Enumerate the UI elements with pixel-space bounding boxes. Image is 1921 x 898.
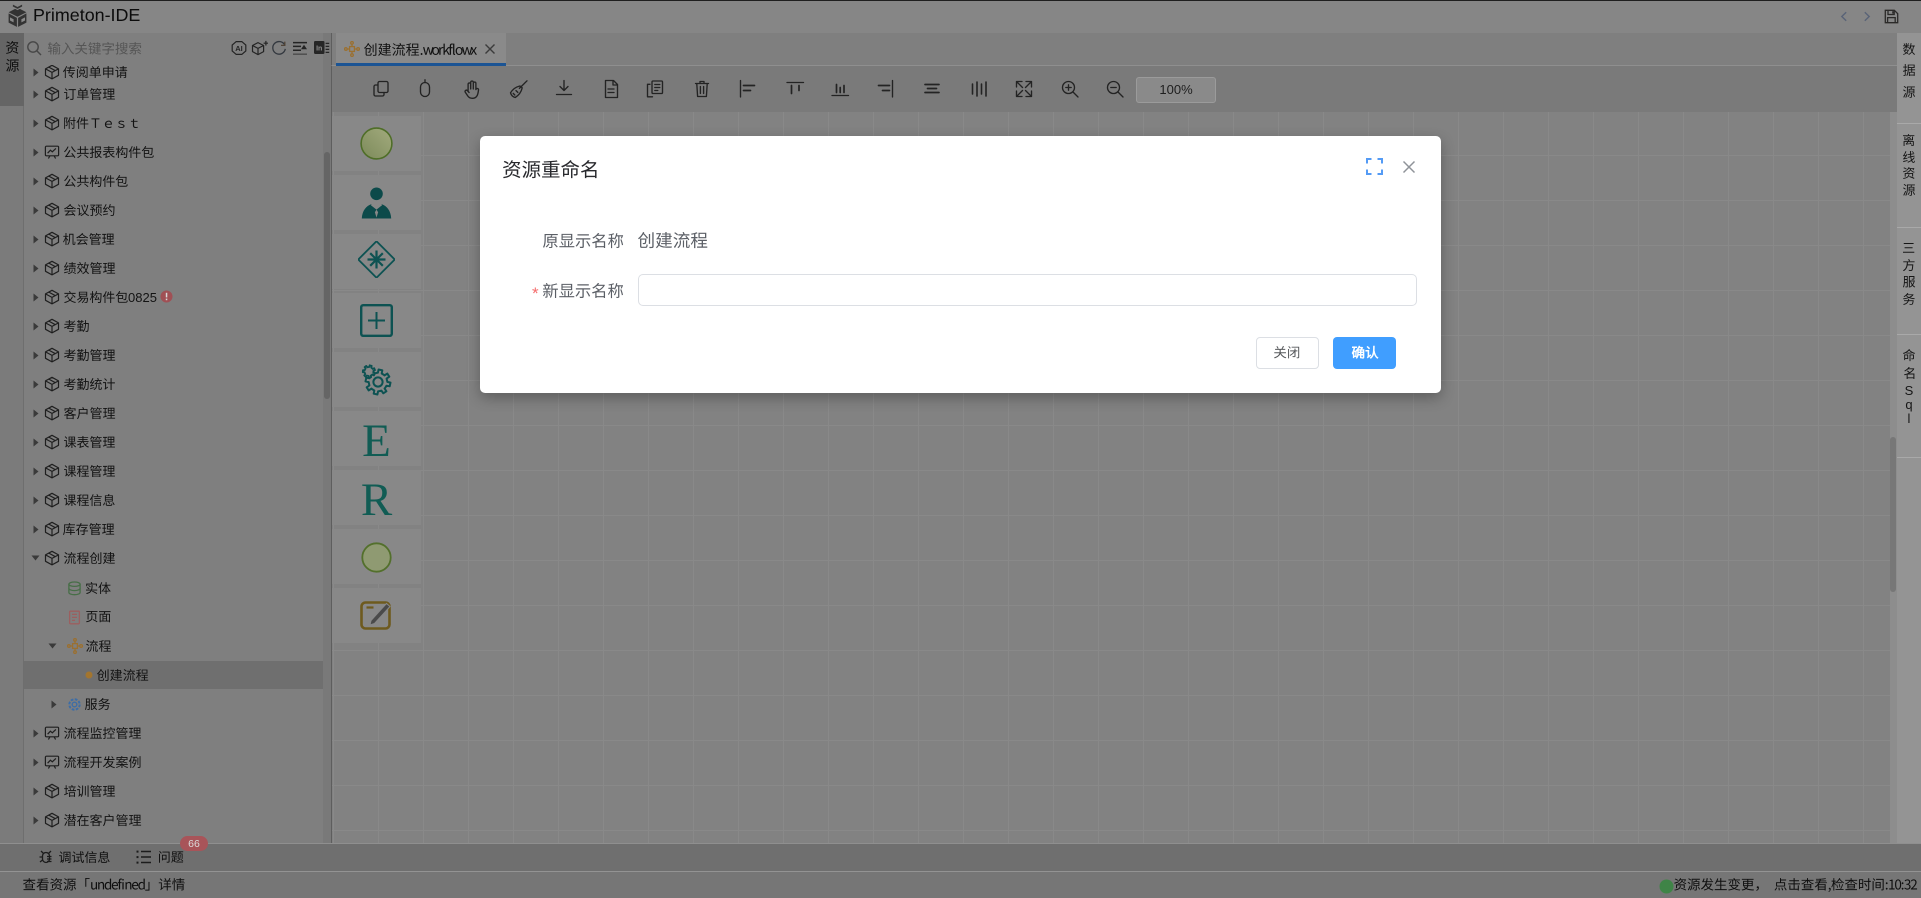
svg-text:R: R [361,482,393,517]
svg-text:AI: AI [235,44,243,53]
svg-text:E: E [362,423,391,458]
svg-text:In: In [316,45,322,52]
